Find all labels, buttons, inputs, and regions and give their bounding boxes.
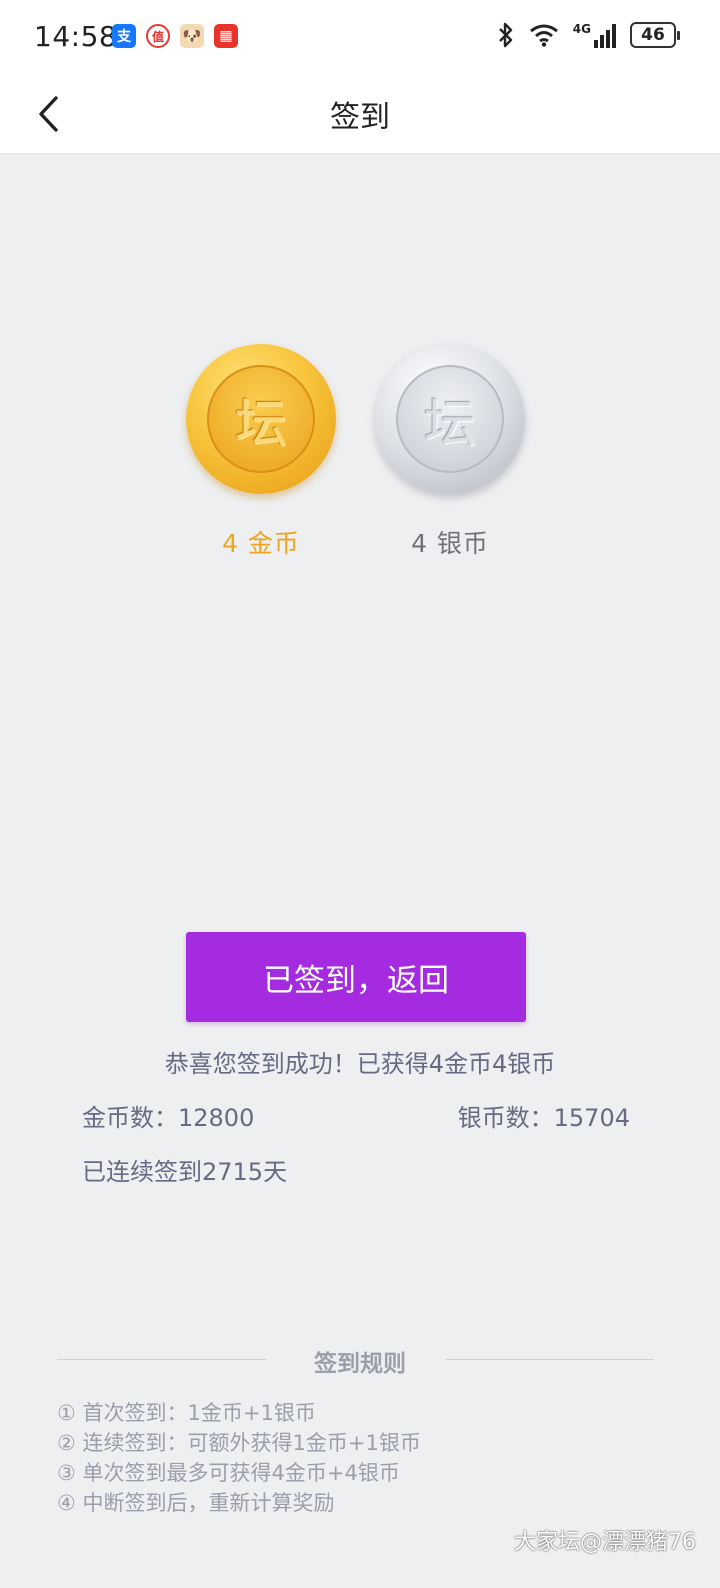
network-type: 4G [572, 22, 591, 36]
streak-days: 已连续签到2715天 [82, 1158, 288, 1186]
status-time: 14:58 [34, 20, 118, 53]
bluetooth-icon [498, 22, 512, 48]
status-bar: 14:58 支 值 🐶 ▦ 4G 46 [0, 0, 720, 74]
rules-divider-right [446, 1359, 654, 1360]
signal-icon [594, 24, 616, 48]
rule-item: ② 连续签到：可额外获得1金币+1银币 [57, 1431, 421, 1455]
watermark: 大家坛@漂漂猪76 [514, 1530, 696, 1555]
dog-app-icon: 🐶 [180, 24, 204, 48]
gold-coin-reward: 坛 4 金币 [186, 344, 336, 560]
rules-title: 签到规则 [314, 1351, 406, 1377]
silver-coin-icon: 坛 [375, 344, 525, 494]
notification-icons: 支 值 🐶 ▦ [112, 24, 238, 48]
system-icons: 4G 46 [497, 22, 680, 48]
news-app-icon: ▦ [214, 24, 238, 48]
rule-item: ④ 中断签到后，重新计算奖励 [57, 1491, 335, 1515]
rule-item: ① 首次签到：1金币+1银币 [57, 1401, 316, 1425]
success-message: 恭喜您签到成功！已获得4金币4银币 [164, 1050, 556, 1078]
gold-coin-icon: 坛 [186, 344, 336, 494]
rules-list: ① 首次签到：1金币+1银币 ② 连续签到：可额外获得1金币+1银币 ③ 单次签… [57, 1398, 421, 1518]
gold-coin-total: 金币数：12800 [82, 1104, 255, 1132]
rule-item: ③ 单次签到最多可获得4金币+4银币 [57, 1461, 400, 1485]
silver-coin-total: 银币数：15704 [457, 1104, 630, 1132]
silver-coin-glyph: 坛 [396, 365, 504, 473]
battery-indicator: 46 [630, 22, 680, 48]
nav-header: 签到 [0, 74, 720, 154]
signed-in-return-button[interactable]: 已签到，返回 [186, 932, 526, 1022]
gold-coin-label: 4 金币 [222, 529, 300, 558]
gold-coin-glyph: 坛 [207, 365, 315, 473]
alipay-icon: 支 [112, 24, 136, 48]
page-title: 签到 [330, 100, 390, 135]
smzdm-icon: 值 [146, 24, 170, 48]
wifi-icon [529, 24, 558, 47]
silver-coin-label: 4 银币 [411, 529, 489, 558]
silver-coin-reward: 坛 4 银币 [375, 344, 525, 560]
